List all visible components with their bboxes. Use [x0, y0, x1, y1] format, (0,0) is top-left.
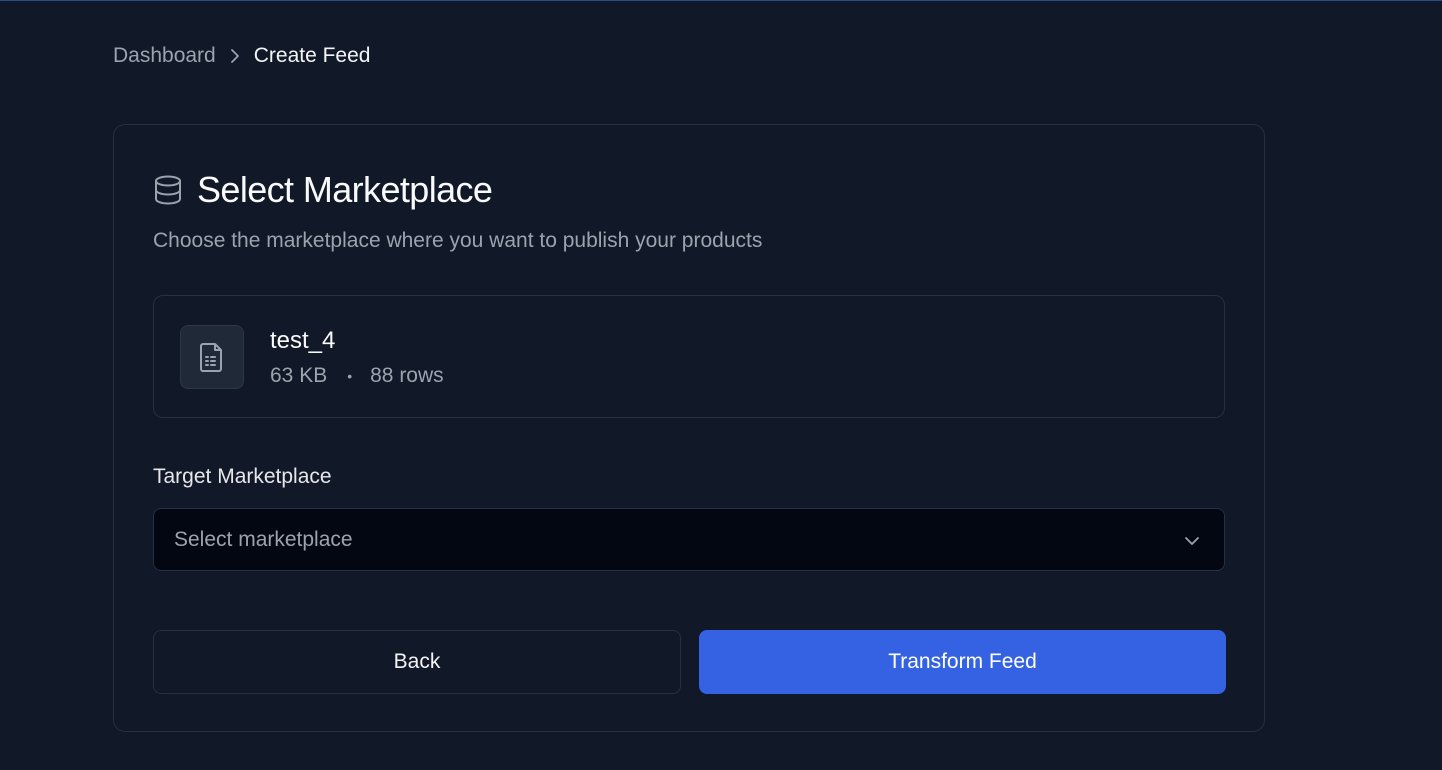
back-button[interactable]: Back: [153, 630, 681, 694]
card-subtitle: Choose the marketplace where you want to…: [153, 229, 763, 252]
breadcrumb-dashboard-link[interactable]: Dashboard: [113, 44, 216, 68]
database-icon: [153, 174, 183, 206]
chevron-right-icon: [216, 48, 254, 64]
select-marketplace-card: Select Marketplace Choose the marketplac…: [113, 124, 1265, 732]
file-size: 63 KB: [270, 364, 328, 387]
marketplace-select[interactable]: Select marketplace: [153, 508, 1225, 571]
uploaded-file-summary: test_4 63 KB • 88 rows: [153, 295, 1225, 418]
card-header: Select Marketplace: [153, 169, 493, 211]
page-title: Select Marketplace: [197, 169, 493, 210]
meta-separator: •: [347, 368, 353, 384]
breadcrumb: Dashboard Create Feed: [113, 43, 370, 69]
target-marketplace-label: Target Marketplace: [153, 465, 332, 488]
file-meta: 63 KB • 88 rows: [270, 364, 444, 388]
file-spreadsheet-icon: [180, 325, 244, 389]
top-border: [0, 0, 1442, 1]
transform-feed-button[interactable]: Transform Feed: [699, 630, 1226, 694]
breadcrumb-current: Create Feed: [253, 44, 371, 67]
marketplace-select-placeholder: Select marketplace: [174, 528, 353, 551]
file-row-count: 88 rows: [370, 364, 444, 387]
file-name: test_4: [270, 327, 336, 354]
chevron-down-icon: [1182, 531, 1202, 551]
